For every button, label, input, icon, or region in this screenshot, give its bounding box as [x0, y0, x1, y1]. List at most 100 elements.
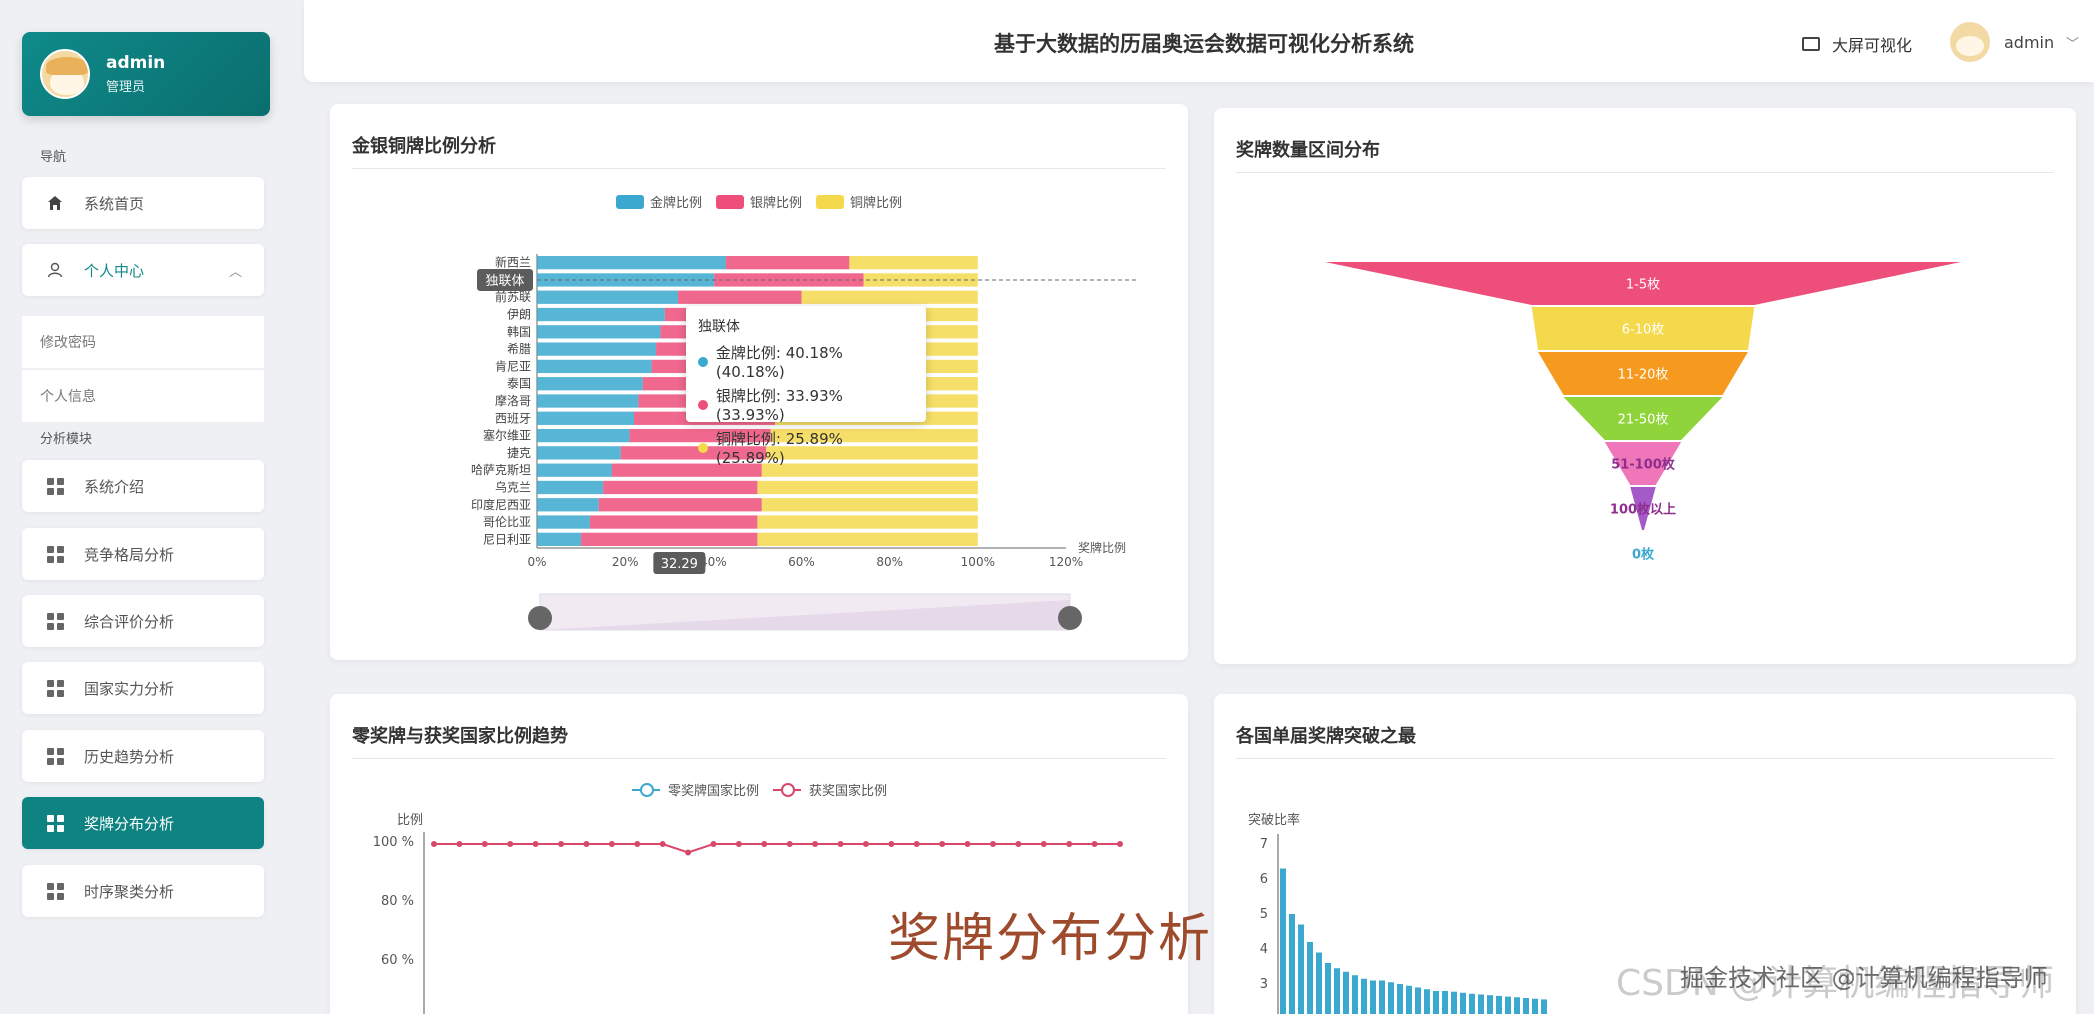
tooltip-row: 铜牌比例: 25.89% (25.89%): [715, 430, 843, 467]
bar: [1370, 980, 1376, 1014]
y-tick-label: 5: [1260, 907, 1268, 922]
y-tick-label: 哈萨克斯坦: [471, 463, 531, 477]
series-point: [431, 841, 437, 847]
y-tick-label: 伊朗: [507, 308, 531, 322]
series-point: [1066, 841, 1073, 847]
sidebar-subitem-personal-info[interactable]: 个人信息: [22, 370, 264, 422]
y-tick-label: 3: [1260, 977, 1268, 992]
y-tick-label: 哥伦比亚: [483, 514, 531, 529]
bar-segment: [537, 411, 634, 425]
y-tick-label: 尼日利亚: [483, 532, 531, 546]
funnel-label: 6-10枚: [1622, 323, 1665, 338]
sidebar-item-label: 国家实力分析: [84, 679, 175, 698]
bar-segment: [537, 377, 643, 391]
dot-icon: [698, 356, 708, 367]
sidebar-subitem-change-password[interactable]: 修改密码: [22, 316, 264, 368]
sidebar: admin 管理员 导航 系统首页 个人中心 ︿ 修改密码 个人信息 分析模块 …: [0, 0, 296, 1014]
bigscreen-label: 大屏可视化: [1832, 36, 1913, 55]
series-point: [1015, 841, 1022, 847]
sidebar-item-label: 综合评价分析: [84, 612, 175, 631]
bar: [1487, 995, 1493, 1014]
bigscreen-link[interactable]: 大屏可视化: [1802, 32, 1912, 56]
axis-pointer-x-label: 32.29: [661, 557, 698, 572]
series-point: [862, 841, 869, 847]
funnel-label: 0枚: [1632, 547, 1655, 563]
header-avatar[interactable]: [1950, 22, 1990, 62]
sidebar-item-label: 奖牌分布分析: [84, 814, 175, 833]
series-point: [1117, 841, 1123, 847]
axis-pointer-label: 独联体: [485, 274, 524, 289]
funnel-chart[interactable]: 1-5枚 6-10枚 11-20枚 21-50枚 51-100枚 100枚以上 0枚: [1214, 108, 2076, 664]
chevron-down-icon[interactable]: ﹀: [2066, 33, 2079, 52]
bar: [1496, 995, 1502, 1014]
series-point: [989, 841, 996, 847]
sidebar-item-evaluation[interactable]: 综合评价分析: [22, 595, 264, 647]
bar: [1361, 978, 1367, 1014]
bar-segment: [725, 256, 850, 270]
bar: [1469, 993, 1475, 1014]
sidebar-item-national-strength[interactable]: 国家实力分析: [22, 662, 264, 714]
bar: [1451, 991, 1457, 1014]
y-tick-label: 肯尼亚: [495, 359, 531, 373]
sidebar-item-label: 时序聚类分析: [84, 882, 175, 901]
bar-segment: [537, 307, 665, 322]
grid-icon: [46, 612, 64, 630]
header-username[interactable]: admin: [2004, 33, 2054, 52]
series-point: [659, 841, 666, 847]
nav-section-label: 导航: [40, 150, 67, 165]
y-tick-label: 100 %: [373, 835, 414, 850]
bar-segment: [678, 290, 802, 304]
bar: [1505, 996, 1511, 1014]
bar-segment: [537, 463, 612, 477]
bar: [1307, 942, 1313, 1014]
bar: [1460, 992, 1466, 1014]
top-header: 基于大数据的历届奥运会数据可视化分析系统 大屏可视化 admin ﹀: [304, 0, 2094, 82]
user-name: admin: [106, 53, 166, 73]
grid-icon: [46, 679, 64, 697]
sidebar-item-label: 历史趋势分析: [84, 747, 175, 766]
series-point: [583, 841, 590, 847]
series-point: [685, 849, 692, 856]
user-avatar: [40, 49, 90, 99]
sidebar-subitem-label: 修改密码: [40, 335, 96, 351]
y-tick-label: 乌克兰: [495, 479, 531, 494]
bar: [1523, 998, 1529, 1014]
y-tick-label: 希腊: [507, 341, 531, 356]
bar: [1415, 987, 1421, 1014]
sidebar-item-time-clustering[interactable]: 时序聚类分析: [22, 865, 264, 917]
bar-segment: [801, 290, 978, 304]
sidebar-item-intro[interactable]: 系统介绍: [22, 460, 264, 512]
panel-medal-range: 奖牌数量区间分布 1-5枚 6-10枚 11-20枚 21-50枚 51-100枚 100…: [1214, 108, 2076, 664]
sidebar-item-personal-center[interactable]: 个人中心 ︿: [22, 244, 264, 296]
y-tick-label: 新西兰: [495, 255, 531, 270]
sidebar-item-competition[interactable]: 竞争格局分析: [22, 528, 264, 580]
bar-segment: [849, 256, 978, 270]
user-card[interactable]: admin 管理员: [22, 32, 270, 116]
y-axis-label: 突破比率: [1248, 812, 1300, 828]
tooltip-title: 独联体: [698, 319, 740, 335]
series-point: [532, 841, 539, 847]
bar-segment: [589, 515, 758, 529]
y-tick-label: 前苏联: [495, 289, 531, 304]
y-axis-label: 比例: [397, 813, 423, 828]
monitor-icon: [1802, 37, 1820, 51]
bar: [1298, 924, 1304, 1014]
y-tick-label: 60 %: [381, 953, 414, 968]
x-tick-label: 100%: [961, 555, 995, 569]
user-role: 管理员: [106, 80, 146, 95]
bar: [1379, 980, 1385, 1014]
bar: [1352, 975, 1358, 1014]
sidebar-item-history-trend[interactable]: 历史趋势分析: [22, 730, 264, 782]
sidebar-item-home[interactable]: 系统首页: [22, 177, 264, 229]
series-point: [1040, 841, 1047, 847]
bar: [1280, 868, 1286, 1014]
bar-segment: [537, 446, 621, 460]
sidebar-item-medal-distribution[interactable]: 奖牌分布分析: [22, 797, 264, 849]
series-point: [939, 841, 946, 847]
bar-segment: [537, 498, 599, 512]
bar: [1343, 971, 1349, 1014]
grid-icon: [46, 477, 64, 495]
series-point: [1091, 841, 1098, 847]
grid-icon: [46, 545, 64, 563]
bar-segment: [537, 290, 679, 304]
